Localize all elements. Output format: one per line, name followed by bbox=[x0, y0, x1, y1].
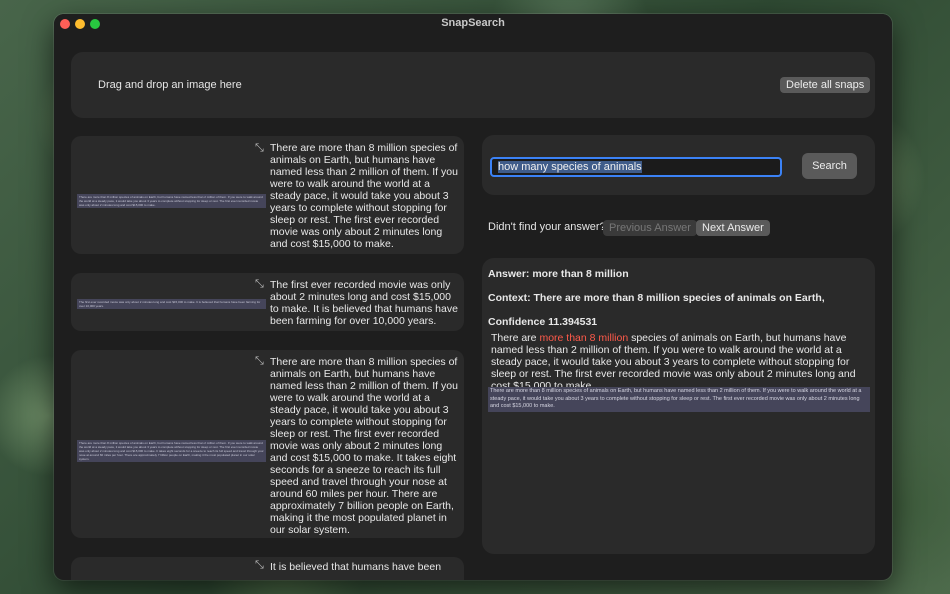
answer-snap-thumbnail: There are more than 8 million species of… bbox=[488, 387, 870, 412]
search-panel: how many species of animals Search bbox=[482, 135, 875, 195]
search-button[interactable]: Search bbox=[802, 153, 857, 179]
snap-card[interactable]: There are more than 8 million species of… bbox=[71, 350, 464, 538]
answer-context-text: There are more than 8 million species of… bbox=[491, 332, 869, 392]
window-title: SnapSearch bbox=[441, 17, 505, 29]
expand-arrows-icon[interactable]: ⤡ bbox=[255, 142, 264, 155]
snap-text: It is believed that humans have been bbox=[270, 561, 442, 573]
snap-card[interactable]: There are more than 8 million species of… bbox=[71, 136, 464, 254]
expand-arrows-icon[interactable]: ⤡ bbox=[255, 278, 264, 291]
confidence-line: Confidence 11.394531 bbox=[488, 316, 598, 328]
next-answer-button[interactable]: Next Answer bbox=[696, 220, 770, 236]
drop-zone-label: Drag and drop an image here bbox=[98, 79, 242, 91]
snap-text: The first ever recorded movie was only a… bbox=[270, 279, 458, 327]
search-input[interactable]: how many species of animals bbox=[490, 157, 782, 177]
context-line: Context: There are more than 8 million s… bbox=[488, 292, 825, 304]
snap-text: There are more than 8 million species of… bbox=[270, 356, 458, 536]
delete-all-snaps-button[interactable]: Delete all snaps bbox=[780, 77, 871, 93]
answer-highlight: more than 8 million bbox=[539, 332, 629, 344]
snap-card[interactable]: ⤡ It is believed that humans have been bbox=[71, 557, 464, 580]
not-found-prompt: Didn't find your answer? bbox=[488, 221, 606, 233]
previous-answer-button[interactable]: Previous Answer bbox=[603, 220, 697, 236]
snap-thumbnail: The first ever recorded movie was only a… bbox=[77, 299, 266, 309]
context-before: There are bbox=[491, 332, 540, 344]
snaps-list[interactable]: There are more than 8 million species of… bbox=[71, 136, 464, 580]
app-window: SnapSearch Drag and drop an image here D… bbox=[54, 14, 892, 580]
snap-text: There are more than 8 million species of… bbox=[270, 142, 458, 250]
answer-panel: Answer: more than 8 million Context: The… bbox=[482, 258, 875, 554]
title-bar: SnapSearch bbox=[54, 14, 892, 34]
snap-thumbnail: There are more than 8 million species of… bbox=[77, 194, 266, 208]
image-drop-zone[interactable]: Drag and drop an image here bbox=[71, 52, 875, 118]
expand-arrows-icon[interactable]: ⤡ bbox=[255, 559, 264, 572]
snap-card[interactable]: The first ever recorded movie was only a… bbox=[71, 273, 464, 331]
answer-line: Answer: more than 8 million bbox=[488, 268, 629, 280]
snap-thumbnail: There are more than 8 million species of… bbox=[77, 440, 266, 462]
search-input-value: how many species of animals bbox=[498, 161, 642, 173]
expand-arrows-icon[interactable]: ⤡ bbox=[255, 355, 264, 368]
